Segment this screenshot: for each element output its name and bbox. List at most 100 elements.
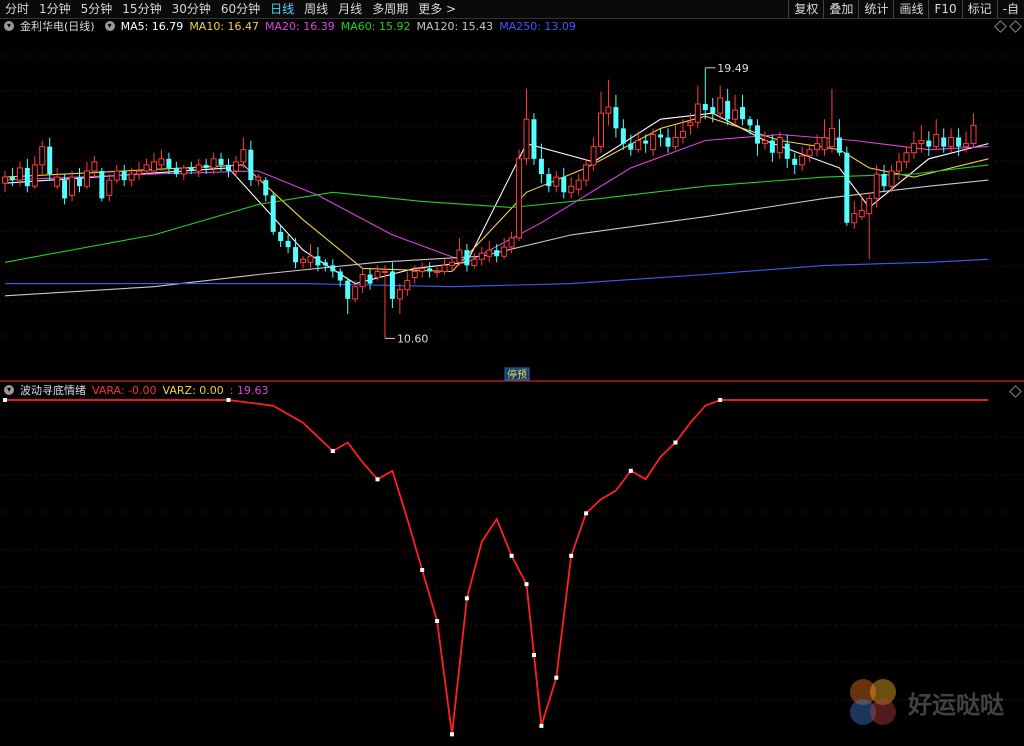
candle-body	[694, 103, 701, 123]
candle-body	[188, 167, 194, 171]
candle-body	[203, 164, 209, 168]
candle-body	[255, 176, 262, 181]
candle-body	[381, 270, 388, 273]
candle-body	[963, 143, 970, 148]
indicator-point	[554, 675, 559, 680]
indicator-point	[531, 653, 536, 657]
candle-body	[158, 158, 165, 166]
candle-body	[54, 176, 61, 187]
candle-body	[419, 267, 426, 272]
indicator-point	[435, 619, 440, 623]
candle-body	[873, 173, 880, 199]
candle-body	[232, 161, 239, 172]
candle-body	[888, 170, 895, 187]
indicator-line	[5, 399, 989, 735]
candle-body	[478, 252, 485, 260]
candle-body	[315, 256, 321, 266]
candle-body	[613, 107, 619, 129]
candle-body	[136, 170, 143, 175]
indicator-point	[718, 398, 723, 402]
candle-body	[151, 161, 157, 172]
candle-body	[635, 140, 642, 151]
candle-body	[374, 270, 381, 279]
candle-body	[776, 137, 783, 154]
candle-body	[143, 164, 150, 172]
indicator-point	[539, 723, 544, 728]
candle-body	[851, 213, 858, 224]
candle-body	[449, 261, 455, 266]
candle-body	[411, 270, 418, 279]
candle-body	[747, 119, 753, 126]
candle-body	[732, 109, 739, 120]
ma-line-ma20	[4, 133, 989, 263]
candle-body	[828, 127, 835, 148]
candle-body	[687, 121, 694, 126]
candle-body	[69, 176, 76, 196]
candle-body	[910, 143, 917, 154]
candle-body	[583, 164, 590, 181]
candle-body	[434, 270, 441, 273]
candle-body	[270, 195, 276, 232]
watermark-logo-icon	[850, 679, 904, 733]
candle-body	[106, 179, 113, 196]
candle-body	[83, 170, 90, 187]
candle-body	[754, 125, 760, 144]
candle-body	[665, 137, 671, 147]
candle-body	[39, 146, 46, 166]
max-price-label: 19.49	[717, 62, 749, 75]
candle-body	[285, 241, 291, 248]
candle-body	[396, 289, 403, 300]
candle-body	[598, 112, 604, 148]
indicator-point	[226, 398, 231, 402]
candle-body	[844, 152, 850, 223]
candle-body	[679, 130, 686, 139]
candle-body	[2, 176, 8, 184]
candle-body	[948, 137, 955, 148]
candle-body	[389, 271, 395, 299]
candle-body	[121, 170, 127, 181]
candle-body	[956, 137, 962, 147]
candle-body	[866, 197, 873, 215]
candle-body	[740, 107, 746, 120]
candle-body	[650, 133, 657, 151]
candle-body	[248, 149, 254, 181]
candle-body	[180, 167, 187, 175]
candle-body	[456, 249, 463, 263]
candle-body	[31, 164, 38, 187]
candle-body	[568, 185, 575, 193]
candle-body	[858, 210, 865, 218]
candle-body	[195, 164, 202, 172]
watermark: 好运哒哒	[846, 673, 1016, 733]
candle-body	[561, 177, 567, 193]
candle-body	[16, 167, 23, 181]
candle-body	[523, 118, 530, 160]
watermark-text: 好运哒哒	[908, 691, 1004, 719]
candle-body	[404, 280, 411, 291]
candle-body	[501, 246, 508, 257]
candle-body	[77, 177, 82, 187]
candle-body	[464, 250, 470, 266]
candle-body	[99, 170, 105, 199]
candle-body	[575, 179, 582, 190]
candle-body	[710, 107, 716, 114]
indicator-point	[3, 398, 7, 402]
candle-body	[836, 137, 842, 153]
candle-body	[553, 176, 560, 187]
candle-body	[546, 174, 552, 187]
candle-body	[672, 137, 679, 148]
candle-body	[799, 155, 806, 166]
candle-body	[263, 180, 269, 196]
candle-body	[643, 140, 649, 144]
candle-body	[293, 247, 299, 263]
candle-body	[605, 106, 612, 114]
candle-body	[814, 143, 821, 151]
candle-body	[494, 250, 500, 257]
candle-body	[881, 174, 887, 187]
candle-body	[278, 231, 284, 242]
min-price-label: 10.60	[397, 332, 429, 345]
candle-body	[9, 177, 15, 181]
candle-body	[300, 258, 306, 263]
candle-body	[508, 237, 515, 248]
candle-body	[941, 137, 947, 147]
candle-body	[896, 161, 902, 172]
